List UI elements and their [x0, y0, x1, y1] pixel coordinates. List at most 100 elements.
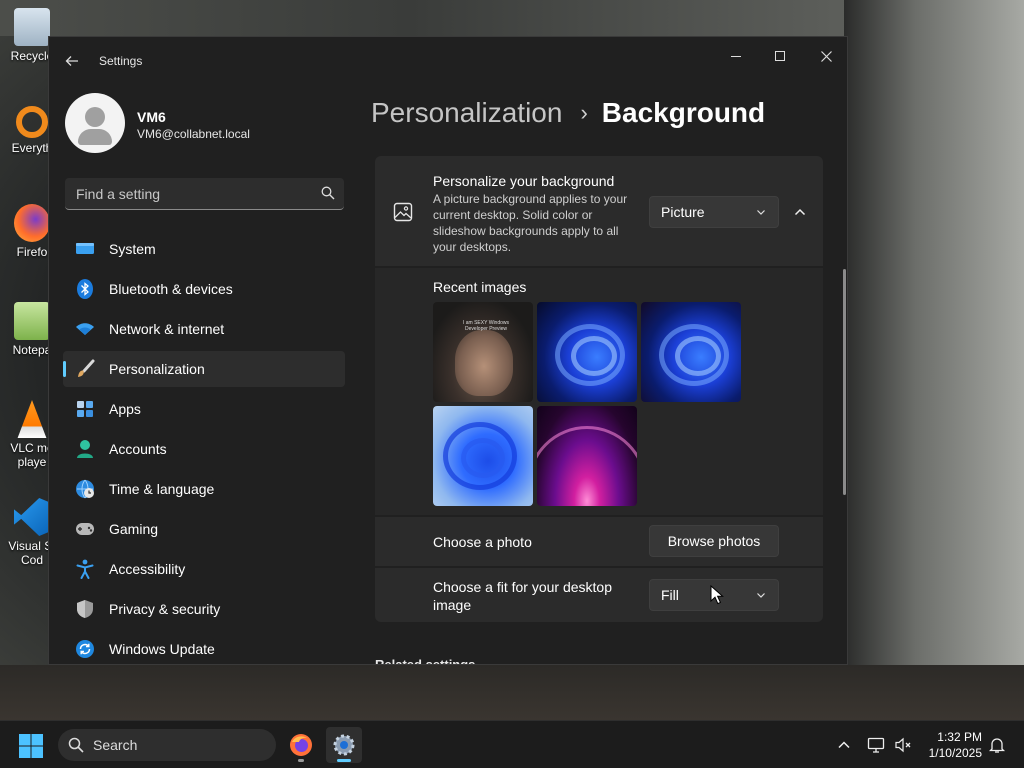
background-type-value: Picture: [661, 204, 705, 220]
recent-image-1[interactable]: I am SEXY Windows Developer Preview: [433, 302, 533, 402]
notepad-icon: [14, 302, 50, 340]
avatar-body: [78, 129, 112, 145]
minimize-button[interactable]: [713, 41, 759, 71]
sidebar-nav: System Bluetooth & devices Network & int…: [63, 231, 345, 664]
active-indicator: [337, 759, 351, 762]
maximize-icon: [775, 51, 785, 61]
sidebar-item-privacy-security[interactable]: Privacy & security: [63, 591, 345, 627]
background-title: Personalize your background: [433, 173, 615, 189]
sidebar-item-apps[interactable]: Apps: [63, 391, 345, 427]
bloom-swirl-inner: [571, 336, 617, 376]
breadcrumb: Personalization › Background: [371, 93, 765, 133]
search-icon: [68, 737, 84, 753]
recent-image-4[interactable]: [433, 406, 533, 506]
chevron-up-icon: [794, 208, 806, 216]
choose-fit-label: Choose a fit for your desktop image: [433, 579, 612, 613]
chevron-down-icon: [757, 593, 765, 598]
search-input[interactable]: [65, 178, 305, 209]
taskbar-search[interactable]: Search: [58, 729, 276, 761]
running-indicator: [298, 759, 304, 762]
scrollbar[interactable]: [843, 269, 846, 495]
windows-start-icon[interactable]: [18, 733, 44, 759]
recycle-bin-icon: [14, 8, 50, 46]
arrow-left-icon: [65, 56, 78, 66]
taskbar: Search 1:32 PM 1/10/2025: [0, 720, 1024, 768]
bluetooth-icon: [75, 279, 95, 299]
gamepad-icon: [75, 519, 95, 539]
app-title: Settings: [99, 54, 143, 68]
close-button[interactable]: [803, 41, 847, 71]
wallpaper-bottom: [0, 665, 1024, 720]
clock-date: 1/10/2025: [928, 746, 982, 760]
breadcrumb-separator: ›: [580, 100, 588, 125]
apps-icon: [75, 399, 95, 419]
chevron-up-icon[interactable]: [836, 737, 852, 753]
personalize-background-card: Personalize your background A picture ba…: [375, 156, 823, 266]
sidebar-item-bluetooth[interactable]: Bluetooth & devices: [63, 271, 345, 307]
display-icon: [75, 239, 95, 259]
recent-images-title: Recent images: [433, 279, 527, 295]
sidebar-item-personalization[interactable]: Personalization: [63, 351, 345, 387]
settings-window: Settings VM6 VM6@collabnet.local System …: [48, 36, 848, 665]
vlc-icon: [17, 400, 47, 438]
shield-icon: [75, 599, 95, 619]
search-icon[interactable]: [321, 186, 335, 200]
taskbar-search-label: Search: [93, 737, 138, 753]
notification-bell-icon[interactable]: [988, 736, 1006, 754]
collapse-button[interactable]: [789, 200, 811, 224]
update-icon: [75, 639, 95, 659]
paintbrush-icon: [75, 359, 95, 379]
user-email: VM6@collabnet.local: [137, 127, 250, 141]
clock[interactable]: 1:32 PM 1/10/2025: [920, 729, 982, 761]
chevron-down-icon: [757, 210, 765, 215]
recent-image-caption: I am SEXY Windows Developer Preview: [462, 320, 510, 332]
taskbar-settings[interactable]: [326, 727, 362, 763]
choose-photo-label: Choose a photo: [433, 534, 532, 550]
back-button[interactable]: [59, 49, 85, 73]
recent-image-3[interactable]: [641, 302, 741, 402]
maximize-button[interactable]: [757, 41, 803, 71]
taskbar-firefox[interactable]: [283, 727, 319, 763]
browse-photos-button[interactable]: Browse photos: [649, 525, 779, 557]
glow-arc: [537, 426, 637, 506]
volume-muted-icon[interactable]: [894, 736, 912, 754]
sidebar-item-system[interactable]: System: [63, 231, 345, 267]
globe-clock-icon: [75, 479, 95, 499]
avatar: [65, 93, 125, 153]
avatar-head: [85, 107, 105, 127]
vscode-icon: [14, 498, 50, 536]
image-icon: [393, 202, 413, 222]
background-type-dropdown[interactable]: Picture: [649, 196, 779, 228]
close-icon: [820, 50, 832, 62]
wallpaper-right: [844, 0, 1024, 720]
choose-fit-row: Choose a fit for your desktop image Fill: [375, 568, 823, 622]
user-name: VM6: [137, 109, 166, 125]
bloom-swirl-inner: [461, 438, 505, 478]
firefox-icon: [14, 204, 50, 242]
bloom-swirl-inner: [675, 336, 721, 376]
clock-time: 1:32 PM: [937, 730, 982, 744]
network-icon[interactable]: [867, 736, 885, 754]
related-settings-heading: Related settings: [375, 657, 476, 665]
settings-search: [65, 178, 344, 210]
sidebar-item-gaming[interactable]: Gaming: [63, 511, 345, 547]
person-icon: [75, 439, 95, 459]
sidebar-item-accessibility[interactable]: Accessibility: [63, 551, 345, 587]
sidebar-item-windows-update[interactable]: Windows Update: [63, 631, 345, 664]
user-profile[interactable]: VM6 VM6@collabnet.local: [65, 93, 345, 157]
sidebar-item-accounts[interactable]: Accounts: [63, 431, 345, 467]
background-description: A picture background applies to your cur…: [433, 192, 628, 254]
sidebar-item-network[interactable]: Network & internet: [63, 311, 345, 347]
recent-images-section: Recent images I am SEXY Windows Develope…: [375, 268, 823, 515]
portrait-face: [455, 330, 513, 396]
mouse-cursor-icon: [710, 585, 724, 605]
firefox-icon: [290, 734, 312, 756]
minimize-icon: [731, 55, 741, 57]
page-title: Background: [601, 97, 766, 128]
sidebar-item-time-language[interactable]: Time & language: [63, 471, 345, 507]
recent-image-2[interactable]: [537, 302, 637, 402]
choose-photo-row: Choose a photo Browse photos: [375, 517, 823, 566]
breadcrumb-parent[interactable]: Personalization: [371, 97, 562, 129]
wifi-icon: [75, 319, 95, 339]
recent-image-5[interactable]: [537, 406, 637, 506]
